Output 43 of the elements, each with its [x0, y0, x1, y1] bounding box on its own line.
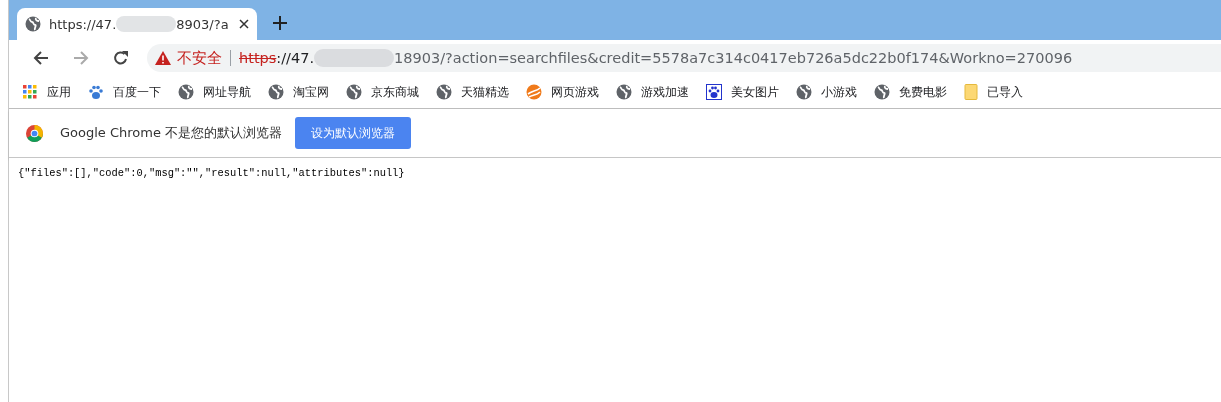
bookmark[interactable]: 小游戏 [796, 81, 857, 103]
globe-icon [436, 84, 452, 100]
bookmark[interactable]: 游戏加速 [616, 81, 689, 103]
bookmark[interactable]: 免费电影 [874, 81, 947, 103]
bookmark[interactable]: 天猫精选 [436, 81, 509, 103]
bookmark[interactable]: 京东商城 [346, 81, 419, 103]
browser-tab[interactable]: https://47. 8903/?a [17, 8, 257, 40]
paw-icon [706, 84, 722, 100]
globe-icon [268, 84, 284, 100]
reload-icon[interactable] [113, 50, 129, 66]
globe-icon [616, 84, 632, 100]
url-scheme: https [239, 50, 277, 66]
warning-icon [155, 51, 171, 65]
bookmark[interactable]: 美女图片 [706, 81, 779, 103]
globe-icon [346, 84, 362, 100]
back-icon[interactable] [33, 50, 49, 66]
bookmark[interactable]: 应用 [22, 81, 71, 103]
bookmark[interactable]: 百度一下 [88, 81, 161, 103]
globe-icon [25, 16, 41, 32]
address-bar[interactable]: 不安全 https://47. 18903/?action=searchfiles&credit=5578a7c314c0417eb726a5dc22b0f174&Workno=270096 [147, 44, 1221, 72]
bookmark[interactable]: 淘宝网 [268, 81, 329, 103]
bookmark[interactable]: 网页游戏 [526, 81, 599, 103]
bookmark[interactable]: 网址导航 [178, 81, 251, 103]
apps-grid-icon [22, 84, 38, 100]
tab-title: https://47. [49, 16, 117, 32]
browser-logo-icon [26, 124, 43, 142]
folder-icon [964, 84, 978, 100]
new-tab-icon[interactable] [273, 16, 287, 30]
blurred-region [116, 16, 177, 32]
close-icon[interactable] [239, 19, 249, 29]
globe-icon [796, 84, 812, 100]
url-host: ://47. [276, 50, 315, 66]
set-default-button[interactable]: 设为默认浏览器 [295, 117, 412, 149]
url-text: 18903/?action=searchfiles&credit=5578a7c314c0417eb726a5dc22b0f174&Workno=270096 [394, 50, 1073, 66]
swirl-icon [526, 84, 542, 100]
bookmark[interactable]: 已导入 [964, 81, 1023, 103]
tab-title: 8903/?a [176, 16, 229, 32]
json-text: {"files":[],"code":0,"msg":"","result":null,"attributes":null} [18, 167, 405, 179]
infobar-message: Google Chrome 不是您的默认浏览器 [60, 124, 283, 142]
security-label: 不安全 [177, 50, 222, 66]
globe-icon [178, 84, 194, 100]
paw-icon [88, 84, 104, 100]
globe-icon [874, 84, 890, 100]
